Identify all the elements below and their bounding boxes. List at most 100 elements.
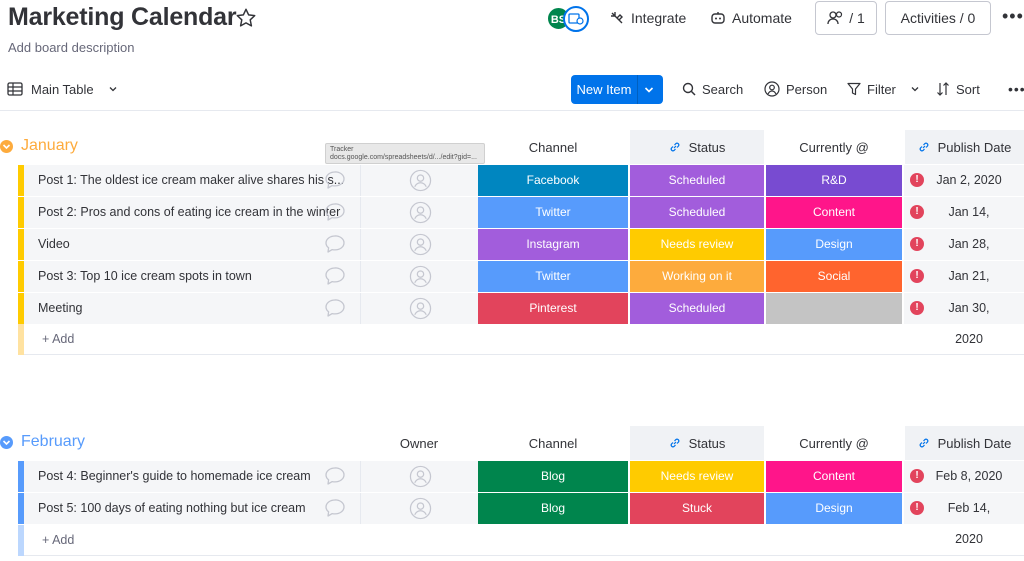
item-name[interactable]: Post 2: Pros and cons of eating ice crea… [24,197,372,228]
column-header-channel[interactable]: Channel [478,130,628,164]
column-header-currently[interactable]: Currently @ [766,426,902,460]
column-header-owner[interactable]: Owner [360,426,478,460]
item-name[interactable]: Meeting [24,293,372,324]
channel-cell[interactable]: Blog [478,493,628,524]
table-row[interactable]: Post 2: Pros and cons of eating ice crea… [18,197,1024,250]
channel-cell[interactable]: Facebook [478,165,628,196]
status-cell[interactable]: Working on it [630,261,764,292]
publish-date-header-label: Publish Date [937,435,1012,451]
new-item-label[interactable]: New Item [571,75,637,104]
table-row[interactable]: Post 5: 100 days of eating nothing but i… [18,493,1024,546]
toolbar-more-icon[interactable]: ••• [1008,74,1024,104]
channel-cell[interactable]: Twitter [478,197,628,228]
status-cell[interactable]: Scheduled [630,197,764,228]
owner-cell[interactable] [360,165,478,196]
search-button[interactable]: Search [682,74,743,104]
more-options-icon[interactable]: ••• [1002,6,1024,27]
owner-cell[interactable] [360,461,478,492]
item-name[interactable]: Post 5: 100 days of eating nothing but i… [24,493,372,524]
add-item-row[interactable]: + Add [18,525,1024,556]
owner-cell[interactable] [360,197,478,228]
publish-date-cell[interactable]: ! Feb 8, 2020 [904,461,1024,492]
filter-label: Filter [867,81,896,97]
group-collapse-icon[interactable] [0,140,13,153]
status-cell[interactable]: Needs review [630,229,764,260]
table-row[interactable]: Meeting Pinterest Scheduled ! Jan 30, 2020 [18,293,1024,346]
owner-cell[interactable] [360,229,478,260]
item-name[interactable]: Video [24,229,372,260]
currently-cell[interactable]: R&D [766,165,902,196]
publish-date-cell[interactable]: !Jan 28, 2020 [904,229,1024,282]
alert-icon: ! [910,237,924,251]
group-title-february[interactable]: February [21,433,85,451]
currently-cell[interactable]: Design [766,493,902,524]
add-item-label[interactable]: + Add [42,324,74,355]
sort-label: Sort [956,81,980,97]
currently-cell[interactable]: Content [766,197,902,228]
publish-date-cell[interactable]: !Jan 14, 2020 [904,197,1024,250]
status-cell[interactable]: Stuck [630,493,764,524]
conversation-icon[interactable] [324,170,346,195]
owner-cell[interactable] [360,261,478,292]
integrate-button[interactable]: Integrate [609,1,686,35]
currently-cell[interactable]: Social [766,261,902,292]
view-selector[interactable]: Main Table [7,74,124,104]
conversation-icon[interactable] [324,498,346,523]
activities-button[interactable]: Activities / 0 [885,1,991,35]
board-title[interactable]: Marketing Calendar [8,3,237,32]
table-row[interactable]: Post 4: Beginner's guide to homemade ice… [18,461,1024,492]
currently-cell[interactable]: Content [766,461,902,492]
channel-cell[interactable]: Twitter [478,261,628,292]
members-button[interactable]: / 1 [815,1,877,35]
channel-cell[interactable]: Blog [478,461,628,492]
column-header-channel[interactable]: Channel [478,426,628,460]
table-row[interactable]: Video Instagram Needs review Design! Jan 28,… [18,229,1024,282]
automate-button[interactable]: Automate [710,1,792,35]
conversation-icon[interactable] [324,234,346,259]
column-header-currently[interactable]: Currently @ [766,130,902,164]
currently-cell[interactable] [766,293,902,324]
board-description[interactable]: Add board description [8,40,134,55]
column-header-status[interactable]: Status [630,130,764,164]
group-color-bar [18,324,24,355]
table-row[interactable]: Post 3: Top 10 ice cream spots in town Tw… [18,261,1024,314]
filter-button[interactable]: Filter [847,74,926,104]
conversation-icon[interactable] [324,202,346,227]
add-item-label[interactable]: + Add [42,525,74,556]
person-filter-button[interactable]: Person [764,74,827,104]
channel-cell[interactable]: Pinterest [478,293,628,324]
owner-cell[interactable] [360,293,478,324]
publish-date-cell[interactable]: ! Feb 14, 2020 [904,493,1024,546]
conversation-icon[interactable] [324,266,346,291]
status-cell[interactable]: Scheduled [630,165,764,196]
conversation-icon[interactable] [324,298,346,323]
group-title-january[interactable]: January [21,137,78,155]
channel-cell[interactable]: Instagram [478,229,628,260]
new-item-button[interactable]: New Item [571,75,663,104]
sort-button[interactable]: Sort [936,74,980,104]
star-icon[interactable] [235,7,257,29]
item-name[interactable]: Post 1: The oldest ice cream maker alive… [24,165,372,196]
toolbar-divider [0,110,1024,111]
publish-date-cell[interactable]: ! Jan 2, 2020 [904,165,1024,196]
group-collapse-icon[interactable] [0,436,13,449]
conversation-icon[interactable] [324,466,346,491]
person-label: Person [786,81,828,97]
add-item-row[interactable]: + Add [18,324,1024,355]
item-name[interactable]: Post 4: Beginner's guide to homemade ice… [24,461,372,492]
column-header-status[interactable]: Status [630,426,764,460]
status-cell[interactable]: Scheduled [630,293,764,324]
alert-icon: ! [910,301,924,315]
column-header-publish-date[interactable]: Publish Date [905,426,1024,460]
publish-date-cell[interactable]: ! Jan 30, 2020 [904,293,1024,346]
currently-cell[interactable]: Design [766,229,902,260]
chevron-down-icon[interactable] [643,84,655,96]
board-members[interactable]: BS [546,6,592,32]
publish-date-cell[interactable]: !Jan 21, 2020 [904,261,1024,314]
table-row[interactable]: Post 1: The oldest ice cream maker alive… [18,165,1024,196]
status-cell[interactable]: Needs review [630,461,764,492]
item-name[interactable]: Post 3: Top 10 ice cream spots in town [24,261,372,292]
invite-icon[interactable] [563,6,589,32]
column-header-publish-date[interactable]: Publish Date [905,130,1024,164]
owner-cell[interactable] [360,493,478,524]
